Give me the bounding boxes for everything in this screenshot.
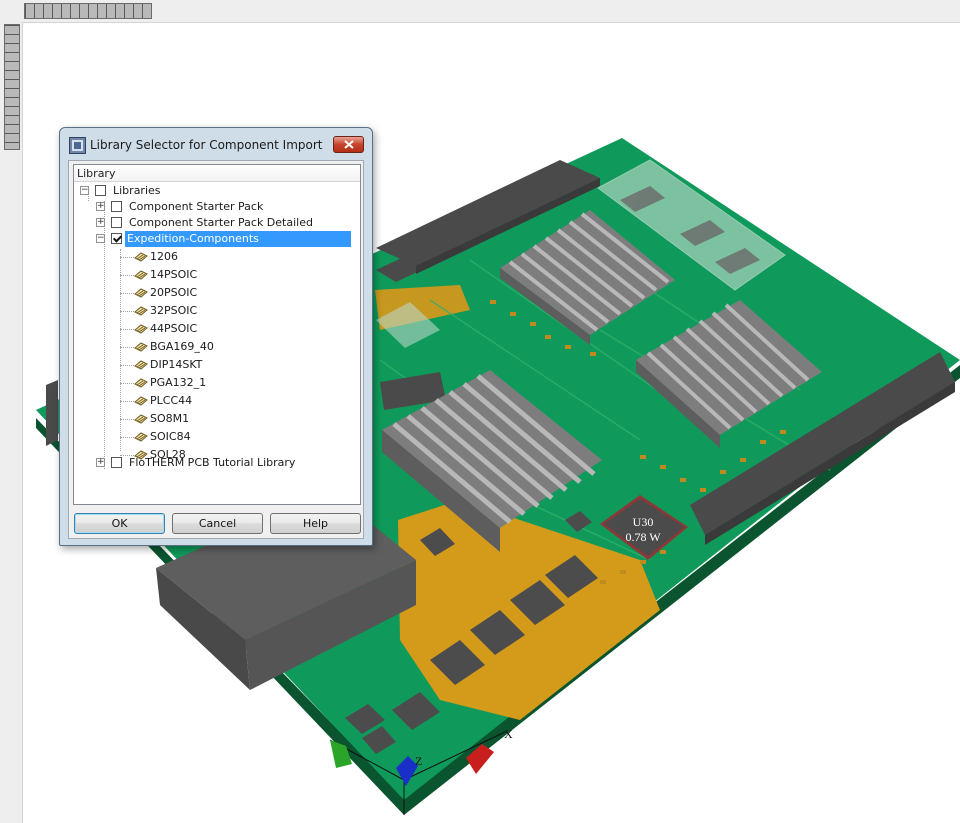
component-label: PGA132_1 <box>150 376 207 389</box>
component-icon <box>134 432 148 442</box>
expand-icon[interactable]: + <box>96 218 105 227</box>
component-icon <box>134 378 148 388</box>
component-label: SO8M1 <box>150 412 190 425</box>
tree-root-label: Libraries <box>113 184 161 197</box>
component-label: 44PSOIC <box>150 322 198 335</box>
collapse-icon[interactable]: − <box>80 186 89 195</box>
tree-item-component[interactable]: 14PSOIC <box>74 267 360 283</box>
component-icon <box>134 306 148 316</box>
help-button[interactable]: Help <box>270 513 361 534</box>
component-label: SOIC84 <box>150 430 191 443</box>
component-icon <box>134 360 148 370</box>
component-icon <box>134 414 148 424</box>
collapse-icon[interactable]: − <box>96 234 105 243</box>
component-label: 32PSOIC <box>150 304 198 317</box>
library-tree[interactable]: Library − Libraries + Component Starter … <box>73 164 361 505</box>
component-label: 14PSOIC <box>150 268 198 281</box>
tree-item-library[interactable]: + FloTHERM PCB Tutorial Library <box>74 455 360 471</box>
library-checkbox[interactable] <box>111 201 122 212</box>
tree-item-library[interactable]: + Component Starter Pack Detailed <box>74 215 360 231</box>
library-label: FloTHERM PCB Tutorial Library <box>129 456 296 469</box>
tree-item-library-selected[interactable]: − Expedition-Components <box>74 231 360 247</box>
tree-item-component[interactable]: SOIC84 <box>74 429 360 445</box>
tree-item-component[interactable]: 32PSOIC <box>74 303 360 319</box>
component-icon <box>134 396 148 406</box>
expand-icon[interactable]: + <box>96 458 105 467</box>
component-icon <box>134 288 148 298</box>
library-checkbox[interactable] <box>111 457 122 468</box>
close-icon <box>344 140 354 149</box>
library-checkbox-checked[interactable] <box>111 233 122 244</box>
component-label: BGA169_40 <box>150 340 214 353</box>
dialog-body: Library − Libraries + Component Starter … <box>68 160 364 539</box>
component-u30-label: U30 <box>633 515 654 529</box>
library-checkbox[interactable] <box>111 217 122 228</box>
component-icon <box>134 252 148 262</box>
tree-root-libraries[interactable]: − Libraries <box>74 183 360 199</box>
component-u30-power: 0.78 W <box>625 530 661 544</box>
tree-item-component[interactable]: 44PSOIC <box>74 321 360 337</box>
component-label: 20PSOIC <box>150 286 198 299</box>
tree-item-component[interactable]: PGA132_1 <box>74 375 360 391</box>
axis-z-label: Z <box>415 754 422 768</box>
component-label: 1206 <box>150 250 178 263</box>
tree-header-label: Library <box>77 167 116 180</box>
tree-item-component[interactable]: 20PSOIC <box>74 285 360 301</box>
component-icon <box>134 324 148 334</box>
library-label: Component Starter Pack Detailed <box>129 216 313 229</box>
expand-icon[interactable]: + <box>96 202 105 211</box>
library-label: Component Starter Pack <box>129 200 264 213</box>
library-label: Expedition-Components <box>125 231 351 247</box>
libraries-checkbox[interactable] <box>95 185 106 196</box>
tree-item-component[interactable]: SO8M1 <box>74 411 360 427</box>
tree-item-component[interactable]: DIP14SKT <box>74 357 360 373</box>
tree-item-library[interactable]: + Component Starter Pack <box>74 199 360 215</box>
tree-column-header[interactable]: Library <box>74 165 360 182</box>
cancel-button[interactable]: Cancel <box>172 513 263 534</box>
dialog-titlebar[interactable]: Library Selector for Component Import <box>60 128 372 160</box>
tree-item-component[interactable]: BGA169_40 <box>74 339 360 355</box>
component-icon <box>134 342 148 352</box>
component-label: DIP14SKT <box>150 358 203 371</box>
axis-x-label: X <box>504 727 513 741</box>
tree-item-component[interactable]: 1206 <box>74 249 360 265</box>
pcb-app-icon <box>69 137 86 154</box>
component-icon <box>134 270 148 280</box>
close-button[interactable] <box>333 136 364 153</box>
ok-button[interactable]: OK <box>74 513 165 534</box>
dialog-title: Library Selector for Component Import <box>90 138 323 152</box>
library-selector-dialog: Library Selector for Component Import Li… <box>59 127 373 546</box>
component-label: PLCC44 <box>150 394 193 407</box>
tree-item-component[interactable]: PLCC44 <box>74 393 360 409</box>
